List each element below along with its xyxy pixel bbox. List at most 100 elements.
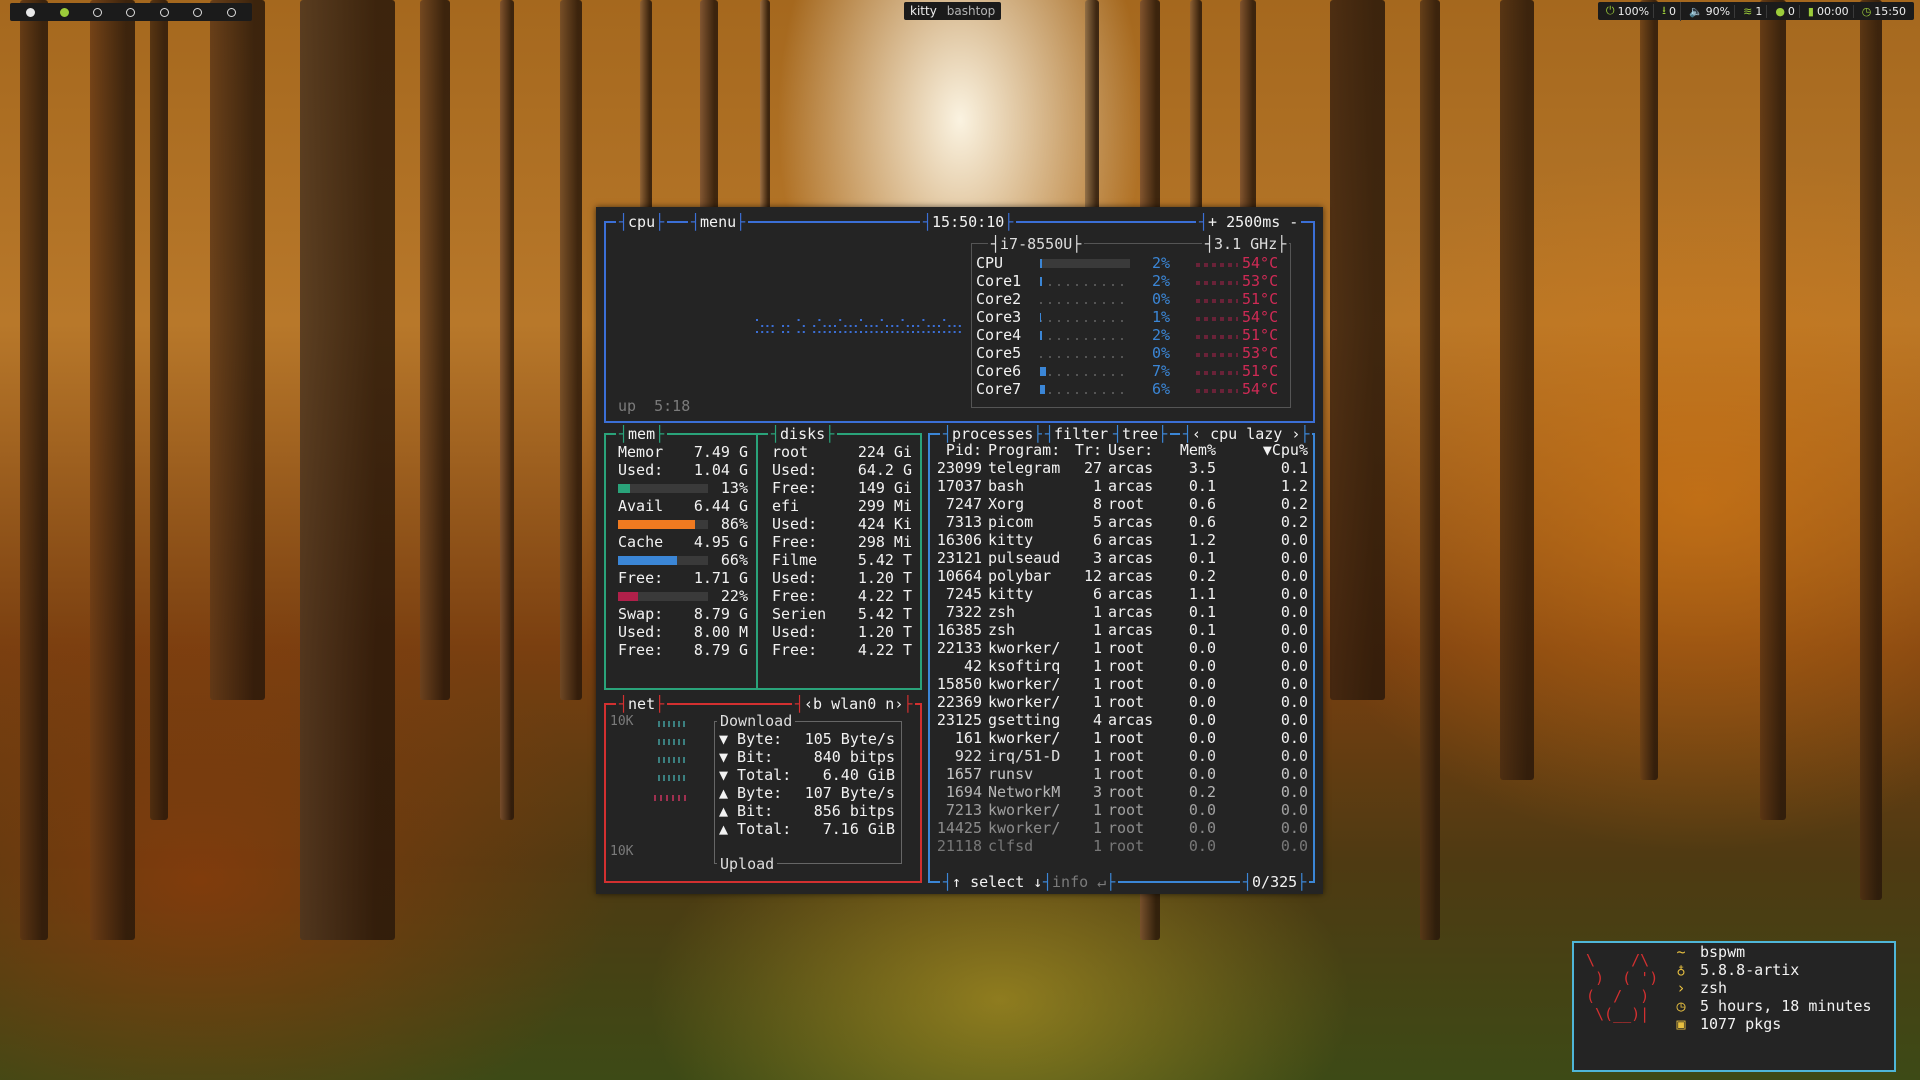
table-row[interactable]: 21118 clfsd 1 root 0.0 0.0 [932, 837, 1310, 855]
proc-cell: root [1108, 675, 1145, 693]
disk-label: Used: [772, 515, 818, 533]
wm-icon: ~ [1676, 943, 1686, 961]
net-label: ▲ Bit: [719, 802, 774, 820]
status-text: 100% [1617, 4, 1650, 18]
workspace-7[interactable] [226, 7, 236, 17]
table-row[interactable]: 23125 gsetting 4 arcas 0.0 0.0 [932, 711, 1310, 729]
disk-value: 64.2 G [857, 461, 912, 479]
cpu-core-name: Core2 [976, 290, 1022, 308]
mem-value: 1.04 G [693, 461, 748, 479]
mem-label: Memor [618, 443, 664, 461]
table-row[interactable]: 16385 zsh 1 arcas 0.1 0.0 [932, 621, 1310, 639]
proc-cell: 1 [1092, 621, 1102, 639]
cpu-core-bar [1040, 338, 1130, 340]
table-row[interactable]: 16306 kitty 6 arcas 1.2 0.0 [932, 531, 1310, 549]
table-row[interactable]: 42 ksoftirq 1 root 0.0 0.0 [932, 657, 1310, 675]
neofetch-value: zsh [1700, 979, 1728, 997]
cpu-graph-point [932, 331, 935, 333]
cpu-graph-point [875, 325, 878, 327]
cpu-core-temp: 51°C [1242, 326, 1279, 344]
table-row[interactable]: 161 kworker/1 root 0.0 0.0 [932, 729, 1310, 747]
table-row[interactable]: 1657 runsv 1 root 0.0 0.0 [932, 765, 1310, 783]
disk-label: root [772, 443, 809, 461]
net-value: 6.40 GiB [822, 766, 895, 784]
net-value: 856 bitps [813, 802, 895, 820]
workspace-6[interactable] [193, 7, 203, 17]
cpu-graph-point [865, 325, 868, 327]
cpu-graph [756, 319, 961, 333]
cpu-core-pct: 2% [1152, 254, 1171, 272]
neofetch-logo: \ /\ ) ( ')( / ) \(__)| [1586, 951, 1658, 1023]
mem-label: Used: [618, 623, 664, 641]
mem-label: Used: [618, 461, 664, 479]
net-value: 105 Byte/s [804, 730, 895, 748]
table-row[interactable]: 7313 picom 5 arcas 0.6 0.2 [932, 513, 1310, 531]
proc-cell: 0.0 [1280, 819, 1308, 837]
proc-cell: arcas [1108, 621, 1154, 639]
proc-col-header: User: [1108, 441, 1154, 459]
proc-cell: 1 [1092, 765, 1102, 783]
mem-label: Avail [618, 497, 664, 515]
net-graph-point [678, 775, 680, 781]
proc-cell: 0.1 [1188, 603, 1216, 621]
status-text: 1 [1755, 4, 1763, 18]
proc-cell: 27 [1083, 459, 1102, 477]
table-row[interactable]: 7213 kworker/1 root 0.0 0.0 [932, 801, 1310, 819]
table-row[interactable]: 23121 pulseaud 3 arcas 0.1 0.0 [932, 549, 1310, 567]
table-row[interactable]: 22133 kworker/1 root 0.0 0.0 [932, 639, 1310, 657]
net-label: ▼ Byte: [719, 730, 783, 748]
cpu-core-name: Core5 [976, 344, 1022, 362]
status-text: 15:50 [1874, 4, 1906, 18]
proc-cell: zsh [988, 621, 1016, 639]
table-row[interactable]: 23099 telegram 27 arcas 3.5 0.1 [932, 459, 1310, 477]
table-row[interactable]: 7322 zsh 1 arcas 0.1 0.0 [932, 603, 1310, 621]
info-control[interactable]: ┤info ↵├ [1040, 872, 1119, 892]
proc-cell: 0.6 [1188, 513, 1216, 531]
battery-icon: ⏻ [1605, 4, 1615, 17]
proc-cell: 922 [954, 747, 982, 765]
proc-cell: 0.0 [1280, 567, 1308, 585]
table-row[interactable]: 22369 kworker/1 root 0.0 0.0 [932, 693, 1310, 711]
proc-cell: root [1108, 783, 1145, 801]
table-row[interactable]: 17037 bash 1 arcas 0.1 1.2 [932, 477, 1310, 495]
tree-trunk [1760, 0, 1786, 820]
table-row[interactable]: 10664 polybar 12 arcas 0.2 0.0 [932, 567, 1310, 585]
cpu-graph-point [870, 325, 873, 327]
workspace-4[interactable] [126, 7, 136, 17]
proc-cell: 17037 [936, 477, 982, 495]
update-interval[interactable]: ┤+ 2500ms - [1196, 212, 1302, 232]
table-row[interactable]: 15850 kworker/1 root 0.0 0.0 [932, 675, 1310, 693]
tab-menu[interactable]: ┤menu├ [688, 212, 749, 232]
table-row[interactable]: 7245 kitty 6 arcas 1.1 0.0 [932, 585, 1310, 603]
table-row[interactable]: 14425 kworker/1 root 0.0 0.0 [932, 819, 1310, 837]
neofetch-window[interactable]: \ /\ ) ( ')( / ) \(__)| ~ bspwm ♁ 5.8.8-art… [1572, 941, 1896, 1072]
cpu-graph-point [787, 331, 790, 333]
proc-cell: bash [988, 477, 1025, 495]
disk-value: 424 Ki [857, 515, 912, 533]
proc-cell: arcas [1108, 513, 1154, 531]
table-row[interactable]: 1694 NetworkM 3 root 0.2 0.0 [932, 783, 1310, 801]
tree-trunk [300, 0, 395, 940]
table-row[interactable]: 922 irq/51-D 1 root 0.0 0.0 [932, 747, 1310, 765]
workspace-1[interactable] [26, 7, 36, 17]
workspace-3[interactable] [93, 7, 103, 17]
disk-label: Free: [772, 641, 818, 659]
cpu-graph-point [912, 331, 914, 333]
btop-window[interactable]: ┤cpu├ ┤menu├ ┤15:50:10├ ┤+ 2500ms - up 5… [596, 207, 1323, 894]
proc-cell: root [1108, 837, 1145, 855]
workspace-2[interactable] [59, 7, 69, 17]
download-icon: ⭳ [1662, 3, 1666, 17]
tab-cpu[interactable]: ┤cpu├ [616, 212, 668, 232]
neofetch-art-line: ( / ) [1586, 987, 1650, 1005]
kernel-icon: ♁ [1676, 961, 1686, 979]
workspace-5[interactable] [159, 7, 169, 17]
mem-bar-used [618, 484, 630, 493]
net-interface[interactable]: ┤‹b wlan0 n›├ [792, 694, 916, 714]
table-row[interactable]: 7247 Xorg 8 root 0.6 0.2 [932, 495, 1310, 513]
cpu-graph-point [896, 325, 899, 327]
net-graph-point [678, 721, 680, 727]
mem-value: 6.44 G [693, 497, 748, 515]
cpu-graph-point [813, 325, 816, 327]
proc-cell: arcas [1108, 567, 1154, 585]
select-control[interactable]: ┤↑ select ↓├ [940, 872, 1055, 892]
